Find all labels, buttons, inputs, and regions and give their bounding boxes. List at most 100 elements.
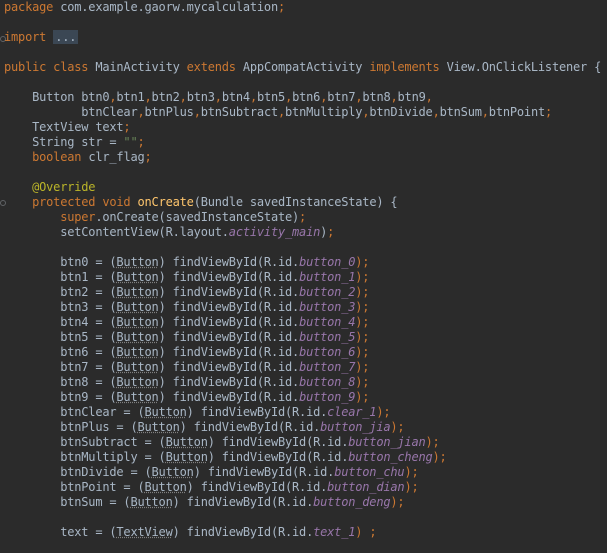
code-line-find-view[interactable]: btnMultiply = (Button) findViewById(R.id… [4,450,447,465]
code-line-string-field[interactable]: String str = ""; [4,135,145,150]
cast-type: Button [116,270,159,284]
code-line-boolean-field[interactable]: boolean clr_flag; [4,150,152,165]
code-text: btn9 = ( [4,390,117,404]
code-text: ); [404,465,419,479]
code-line-package[interactable]: package com.example.gaorw.mycalculation; [4,0,285,15]
string-literal: "" [123,135,138,149]
keyword: super [60,210,96,224]
code-line-find-view[interactable]: btn1 = (Button) findViewById(R.id.button… [4,270,369,285]
code-text: ) findViewById(R.id. [158,345,300,359]
cast-type: Button [151,465,194,479]
cast-type: Button [116,375,159,389]
code-text: ); [432,450,447,464]
code-text: ) findViewById(R.id. [158,300,300,314]
code-line-button-fields[interactable]: Button btn0,btn1,btn2,btn3,btn4,btn5,btn… [4,90,433,105]
code-line-find-view[interactable]: btn6 = (Button) findViewById(R.id.button… [4,345,369,360]
code-text: ); [355,315,370,329]
code-text: ) findViewById(R.id. [172,525,314,539]
code-line-override-annotation[interactable]: @Override [4,180,95,195]
resource-id: button_4 [299,315,356,329]
cast-type: Button [144,480,187,494]
code-text: ); [320,225,335,239]
code-line-super-call[interactable]: super.onCreate(savedInstanceState); [4,210,306,225]
keyword: package [4,0,54,14]
code-line-oncreate[interactable]: protected void onCreate(Bundle savedInst… [4,195,398,210]
keyword: boolean [32,150,82,164]
keyword: public class [4,60,89,74]
resource-id: button_dian [327,480,405,494]
code-text: String str = [4,135,124,149]
code-line-set-content-view[interactable]: setContentView(R.layout.activity_main); [4,225,334,240]
code-line-class-declaration[interactable]: public class MainActivity extends AppCom… [4,60,601,75]
code-text: AppCompatActivity [235,60,370,74]
code-text: btnPoint = ( [4,480,145,494]
code-line-find-view[interactable]: btnSubtract = (Button) findViewById(R.id… [4,435,440,450]
resource-id: button_2 [299,285,356,299]
code-line-find-view[interactable]: btn8 = (Button) findViewById(R.id.button… [4,375,369,390]
code-line-find-view[interactable]: btn5 = (Button) findViewById(R.id.button… [4,330,369,345]
cast-type: Button [165,450,208,464]
code-line-find-view[interactable]: btnDivide = (Button) findViewById(R.id.b… [4,465,419,480]
cast-type: Button [116,315,159,329]
folded-imports[interactable]: ... [53,30,79,44]
cast-type: Button [116,255,159,269]
code-text: btn2 = ( [4,285,117,299]
code-text: ); [355,270,370,284]
cast-type: Button [116,285,159,299]
code-text: ); [390,420,405,434]
cast-type: Button [137,420,180,434]
code-text: ); [355,360,370,374]
resource-id: button_chu [334,465,405,479]
resource-id: button_jian [348,435,426,449]
code-line-find-view[interactable]: btn0 = (Button) findViewById(R.id.button… [4,255,369,270]
code-text: ); [376,405,391,419]
code-text: btn7 = ( [4,360,117,374]
code-text: ); [425,435,440,449]
code-text: ) findViewById(R.id. [186,405,328,419]
resource-id: button_8 [299,375,356,389]
resource-id: button_7 [299,360,356,374]
code-text: ) findViewById(R.id. [193,465,335,479]
code-text: ); [355,375,370,389]
code-line-text-assignment[interactable]: text = (TextView) findViewById(R.id.text… [4,525,376,540]
code-editor[interactable]: package com.example.gaorw.mycalculation;… [0,0,607,553]
code-line-import[interactable]: import ... [4,30,79,45]
code-line-find-view[interactable]: btn3 = (Button) findViewById(R.id.button… [4,300,369,315]
code-text: btn4 = ( [4,315,117,329]
code-text: ); [355,300,370,314]
code-line-find-view[interactable]: btnPlus = (Button) findViewById(R.id.but… [4,420,404,435]
code-line-find-view[interactable]: btn4 = (Button) findViewById(R.id.button… [4,315,369,330]
cast-type: Button [144,405,187,419]
code-text: ) findViewById(R.id. [158,390,300,404]
keyword: protected void [32,195,131,209]
code-text: ); [404,480,419,494]
code-text: ) findViewById(R.id. [158,375,300,389]
code-text: btn6 = ( [4,345,117,359]
code-line-find-view[interactable]: btnPoint = (Button) findViewById(R.id.bu… [4,480,419,495]
code-line-find-view[interactable]: btnSum = (Button) findViewById(R.id.butt… [4,495,404,510]
code-text: MainActivity [88,60,187,74]
code-text: ); [355,390,370,404]
resource-id: activity_main [228,225,321,239]
code-text: ) findViewById(R.id. [179,420,321,434]
keyword: implements [369,60,440,74]
resource-id: button_6 [299,345,356,359]
resource-id: button_5 [299,330,356,344]
code-line-find-view[interactable]: btn9 = (Button) findViewById(R.id.button… [4,390,369,405]
code-text: btn0 = ( [4,255,117,269]
code-text: .onCreate(savedInstanceState); [95,210,307,224]
cast-type: Button [116,330,159,344]
cast-type: Button [116,390,159,404]
code-line-textview-field[interactable]: TextView text; [4,120,131,135]
resource-id: button_cheng [348,450,433,464]
method-name: onCreate [137,195,194,209]
code-line-button-fields-cont[interactable]: btnClear,btnPlus,btnSubtract,btnMultiply… [4,105,552,120]
keyword: extends [186,60,236,74]
code-line-find-view[interactable]: btn2 = (Button) findViewById(R.id.button… [4,285,369,300]
code-text: (Bundle savedInstanceState) { [193,195,398,209]
code-line-find-view[interactable]: btnClear = (Button) findViewById(R.id.cl… [4,405,390,420]
code-text: ) ; [355,525,377,539]
code-line-find-view[interactable]: btn7 = (Button) findViewById(R.id.button… [4,360,369,375]
code-text: View.OnClickListener { [439,60,602,74]
